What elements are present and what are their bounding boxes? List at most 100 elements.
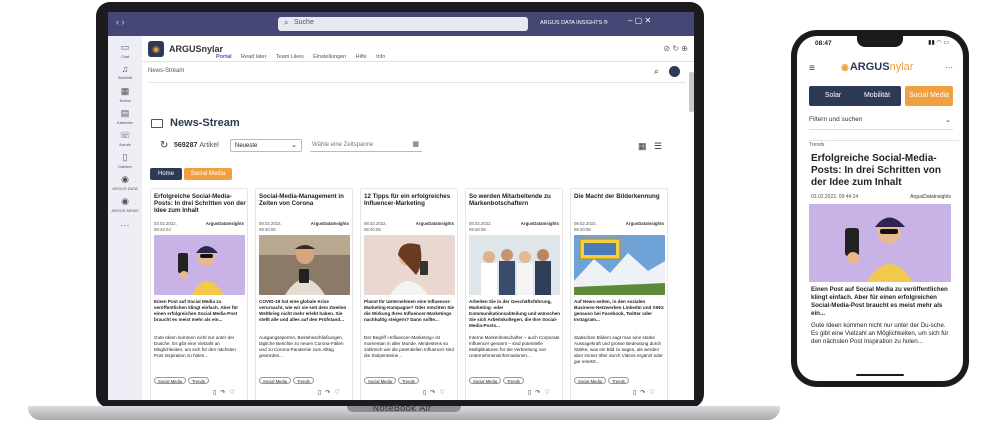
card-actions[interactable]: ▯↷♡ xyxy=(528,389,554,396)
tag-chip[interactable]: Social Media xyxy=(259,377,291,384)
app-logo-icon: ◉ xyxy=(148,41,164,57)
card-actions[interactable]: ▯↷♡ xyxy=(423,389,449,396)
card-image xyxy=(259,235,350,295)
news-card[interactable]: 12 Tipps für ein erfolgreiches Influence… xyxy=(360,188,458,400)
card-body: Der Begriff »Influencer-Marketing« ist m… xyxy=(364,335,454,358)
teams-icon: ▦ xyxy=(120,86,130,96)
grid-view-icon[interactable]: ▦ xyxy=(638,141,647,152)
tab-solar[interactable]: Solar xyxy=(809,86,857,106)
card-lead: Einen Post auf Social Media zu veröffent… xyxy=(154,299,239,322)
date-range-input[interactable]: Wähle eine Zeitspanne ▦ xyxy=(310,139,422,152)
card-actions[interactable]: ▯↷♡ xyxy=(633,389,659,396)
hamburger-menu-icon[interactable]: ≡ xyxy=(809,63,815,74)
app-header: ◉ ARGUSnylar Portal Read later Team Like… xyxy=(142,36,694,66)
more-icon: ··· xyxy=(120,220,130,230)
teams-search-input[interactable]: ⌕ Suche xyxy=(278,17,528,31)
tab-info[interactable]: Info xyxy=(376,54,385,60)
phone-notch xyxy=(857,36,903,47)
news-card[interactable]: Die Macht der Bilderkennung 08.02.2022, 0… xyxy=(570,188,668,400)
tag-chip[interactable]: Social Media xyxy=(154,377,186,384)
card-source: ArgusDataInsights xyxy=(310,221,349,226)
scrollbar[interactable] xyxy=(689,72,694,112)
news-card[interactable]: Erfolgreiche Social-Media-Posts: In drei… xyxy=(150,188,248,400)
search-icon[interactable]: ⌕ xyxy=(654,66,659,77)
file-icon: ▯ xyxy=(122,152,128,162)
card-image xyxy=(154,235,245,295)
rail-item-argus-data[interactable]: ◉ ARGUS DATA xyxy=(108,174,142,191)
refresh-icon[interactable]: ↻ xyxy=(160,140,168,151)
card-image xyxy=(574,235,665,295)
rail-item-calendar[interactable]: ▤ Kalender xyxy=(108,108,142,125)
news-card[interactable]: Social-Media-Management in Zeiten von Co… xyxy=(255,188,353,400)
avatar[interactable] xyxy=(669,66,680,77)
tab-read-later[interactable]: Read later xyxy=(241,54,266,60)
divider xyxy=(809,140,959,141)
tab-mobility[interactable]: Mobilität xyxy=(853,86,901,106)
rail-more[interactable]: ··· xyxy=(108,220,142,230)
tag-chip[interactable]: Trends xyxy=(503,377,524,384)
tag-chip[interactable]: Social Media xyxy=(364,377,396,384)
list-view-icon[interactable]: ☰ xyxy=(654,141,662,152)
home-indicator xyxy=(856,374,904,376)
teams-app-rail: ▭ Chat ♫ Aktivität ▦ Teams ▤ Kalender ☏ Anruf… xyxy=(108,36,142,400)
tag-chip[interactable]: Social Media xyxy=(469,377,501,384)
card-body: Statischen Bildern sagt man eine starke … xyxy=(574,335,663,364)
article-title[interactable]: Erfolgreiche Social-Media-Posts: In drei… xyxy=(811,153,959,188)
card-title[interactable]: So werden Mitarbeitende zu Markenbotscha… xyxy=(469,193,561,207)
card-date: 08.02.2022, 09:40:06 xyxy=(574,221,597,232)
card-title[interactable]: 12 Tipps für ein erfolgreiches Influence… xyxy=(364,193,456,207)
card-actions[interactable]: ▯↷♡ xyxy=(318,389,344,396)
page-title: News-Stream xyxy=(170,117,240,129)
card-lead: Planst Ihr Unternehmen eine Influencer-M… xyxy=(364,299,455,322)
tag-chip[interactable]: Trends xyxy=(608,377,629,384)
article-lead: Einen Post auf Social Media zu veröffent… xyxy=(811,286,948,318)
card-title[interactable]: Die Macht der Bilderkennung xyxy=(574,193,666,200)
article-source: ArgusDataInsights xyxy=(910,194,951,200)
window-controls[interactable]: – ▢ ✕ xyxy=(628,16,651,25)
teams-title-bar: ‹ › ⌕ Suche ARGUS DATA INSIGHTS ® – ▢ ✕ xyxy=(108,12,694,36)
filter-search-dropdown[interactable]: Filtern und suchen ⌄ xyxy=(809,116,953,130)
tab-help[interactable]: Hilfe xyxy=(356,54,367,60)
card-source: ArgusDataInsights xyxy=(415,221,454,226)
news-card[interactable]: So werden Mitarbeitende zu Markenbotscha… xyxy=(465,188,563,400)
tag-chip[interactable]: Trends xyxy=(188,377,209,384)
sort-select[interactable]: Neueste ⌄ xyxy=(230,139,302,152)
rail-item-teams[interactable]: ▦ Teams xyxy=(108,86,142,103)
divider xyxy=(148,82,686,83)
tag-chip[interactable]: Trends xyxy=(398,377,419,384)
card-source: ArgusDataInsights xyxy=(520,221,559,226)
phone-icon: ☏ xyxy=(119,130,131,140)
card-date: 08.02.2022, 09:40:06 xyxy=(259,221,282,232)
card-actions[interactable]: ▯↷♡ xyxy=(213,389,239,396)
newspaper-icon xyxy=(151,119,163,128)
search-placeholder: Suche xyxy=(294,19,314,26)
filter-pill-home[interactable]: Home xyxy=(150,168,182,180)
card-title[interactable]: Erfolgreiche Social-Media-Posts: In drei… xyxy=(154,193,246,214)
tag-chip[interactable]: Trends xyxy=(293,377,314,384)
rail-item-calls[interactable]: ☏ Anrufe xyxy=(108,130,142,147)
card-image xyxy=(364,235,455,295)
tab-social-media[interactable]: Social Media xyxy=(905,86,953,106)
eye-icon: ◉ xyxy=(841,62,849,72)
card-date: 03.02.2022, 09:44:24 xyxy=(154,221,177,232)
rail-item-chat[interactable]: ▭ Chat xyxy=(108,42,142,59)
rail-item-argus-news[interactable]: ◉ ARGUS NEWS xyxy=(108,196,142,213)
tab-team-likes[interactable]: Team Likes xyxy=(276,54,304,60)
argus-logo: ◉ARGUSnylar xyxy=(841,61,914,73)
card-lead: COVID-19 hat eine globale Krise verursac… xyxy=(259,299,347,322)
card-body: Ausgangssperren, Besteheschließungen, tä… xyxy=(259,335,344,358)
filter-pill-social-media[interactable]: Social Media xyxy=(184,168,232,180)
header-action-icons[interactable]: ⊘ ↻ ⊕ xyxy=(663,44,688,53)
more-icon[interactable]: ··· xyxy=(945,63,953,72)
rail-item-files[interactable]: ▯ Dateien xyxy=(108,152,142,169)
tab-settings[interactable]: Einstellungen xyxy=(313,54,346,60)
card-body: Interne Markenbotschafter – auch Corpora… xyxy=(469,335,560,358)
rail-item-activity[interactable]: ♫ Aktivität xyxy=(108,64,142,80)
tag-chip[interactable]: Social Media xyxy=(574,377,606,384)
card-lead: Arbeiten Sie in der Geschäftsführung, Ma… xyxy=(469,299,561,328)
card-title[interactable]: Social-Media-Management in Zeiten von Co… xyxy=(259,193,351,207)
calendar-icon: ▤ xyxy=(120,108,130,118)
back-forward-icon[interactable]: ‹ › xyxy=(116,17,125,27)
card-source: ArgusDataInsights xyxy=(205,221,244,226)
search-icon: ⌕ xyxy=(284,18,289,27)
